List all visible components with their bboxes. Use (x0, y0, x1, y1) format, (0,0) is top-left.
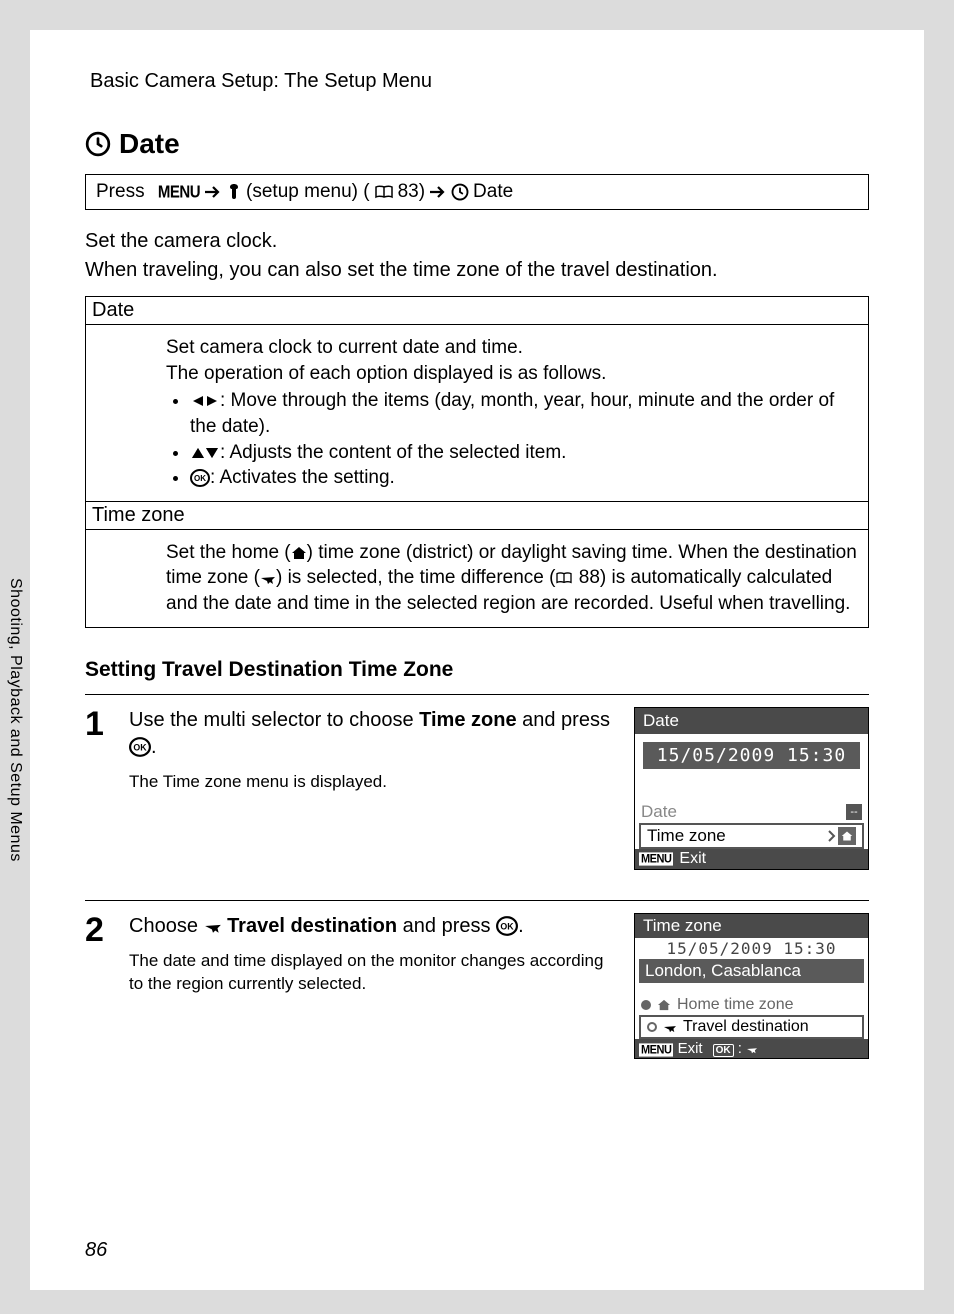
table-cell-timezone: Set the home () time zone (district) or … (86, 529, 869, 627)
divider (85, 900, 869, 901)
list-item: : Move through the items (day, month, ye… (190, 388, 858, 439)
table-header-date: Date (86, 297, 869, 325)
step-1: 1 Use the multi selector to choose Time … (85, 707, 869, 870)
arrow-right-icon (429, 185, 447, 199)
table-cell-date: Set camera clock to current date and tim… (86, 325, 869, 502)
svg-text:OK: OK (194, 474, 206, 483)
exit-label: Exit (679, 850, 706, 868)
step1-lead-a: Use the multi selector to choose (129, 709, 419, 731)
li1-text: : Move through the items (day, month, ye… (190, 390, 834, 437)
step-2: 2 Choose Travel destination and press OK… (85, 913, 869, 1059)
radio-selected-icon (641, 1000, 651, 1010)
table-header-timezone: Time zone (86, 501, 869, 529)
ok-button-icon: OK (496, 916, 518, 936)
options-table: Date Set camera clock to current date an… (85, 296, 869, 628)
airplane-icon (204, 918, 222, 934)
screen-footer: MENU Exit OK : (635, 1039, 868, 1058)
ok-button-icon: OK (129, 737, 151, 757)
nav-path-box: Press MENU (setup menu) ( 83) Date (85, 174, 869, 210)
up-down-triangle-icon (190, 446, 220, 460)
opt-label: Travel destination (683, 1018, 809, 1036)
side-tab-label: Shooting, Playback and Setup Menus (6, 578, 24, 862)
arrow-right-icon (204, 185, 222, 199)
radio-unselected-icon (647, 1022, 657, 1032)
screen-datetime: 15/05/2009 15:30 (635, 938, 868, 959)
step2-sub: The date and time displayed on the monit… (129, 950, 618, 996)
camera-screen-timezone: Time zone 15/05/2009 15:30 London, Casab… (634, 913, 869, 1059)
airplane-icon (663, 1021, 677, 1033)
ok-button-icon: OK (190, 469, 210, 487)
step-number: 1 (85, 707, 113, 741)
screen-option-date: Date -- (635, 801, 868, 823)
airplane-icon (260, 571, 276, 585)
tz-text-c: ) is selected, the time difference ( (276, 567, 556, 588)
step2-lead-b: and press (397, 915, 496, 937)
step2-lead: Choose Travel destination and press OK. (129, 913, 618, 940)
book-icon (374, 184, 394, 200)
date-desc-2: The operation of each option displayed i… (166, 361, 858, 387)
step1-lead-b: and press (517, 709, 610, 731)
clock-icon (85, 131, 111, 157)
step2-lead-a: Choose (129, 915, 204, 937)
svg-text:OK: OK (500, 922, 514, 932)
intro-line-2: When traveling, you can also set the tim… (85, 259, 869, 282)
page-number: 86 (85, 1239, 107, 1262)
li2-text: : Adjusts the content of the selected it… (220, 442, 566, 463)
opt-label: Date (641, 802, 677, 822)
ok-button-label: OK (713, 1044, 734, 1057)
home-icon (838, 827, 856, 845)
step1-lead: Use the multi selector to choose Time zo… (129, 707, 618, 761)
clock-icon (451, 183, 469, 201)
tz-text-a: Set the home ( (166, 542, 291, 563)
li3-text: : Activates the setting. (210, 467, 395, 488)
step1-sub: The Time zone menu is displayed. (129, 771, 618, 794)
left-right-triangle-icon (190, 394, 220, 408)
value-box: -- (846, 804, 862, 820)
nav-pageref: 83) (398, 181, 425, 203)
menu-button-label: MENU (158, 182, 200, 202)
screen-option-home: Home time zone (635, 995, 868, 1015)
svg-text:OK: OK (133, 743, 147, 753)
menu-button-label: MENU (639, 1043, 673, 1056)
opt-label: Home time zone (677, 996, 794, 1014)
step1-lead-bold: Time zone (419, 709, 516, 731)
wrench-icon (226, 183, 242, 201)
nav-press: Press (96, 181, 145, 203)
nav-date: Date (473, 181, 513, 203)
step2-lead-bold: Travel destination (227, 915, 397, 937)
divider (85, 694, 869, 695)
camera-screen-date: Date 15/05/2009 15:30 Date -- Time zone (634, 707, 869, 870)
menu-button-label: MENU (639, 852, 673, 865)
list-item: : Adjusts the content of the selected it… (190, 440, 858, 466)
screen-title: Date (635, 708, 868, 734)
screen-option-timezone-selected: Time zone (639, 823, 864, 849)
step-number: 2 (85, 913, 113, 947)
screen-location: London, Casablanca (639, 959, 864, 983)
intro-block: Set the camera clock. When traveling, yo… (85, 230, 869, 282)
intro-line-1: Set the camera clock. (85, 230, 869, 253)
screen-datetime: 15/05/2009 15:30 (643, 742, 860, 769)
opt-label: Time zone (647, 826, 726, 846)
screen-title: Time zone (635, 914, 868, 938)
heading-row: Date (85, 128, 869, 160)
chevron-right-icon (828, 830, 836, 842)
home-icon (291, 546, 307, 560)
nav-setup-text: (setup menu) ( (246, 181, 370, 203)
list-item: OK : Activates the setting. (190, 465, 858, 491)
sub-heading: Setting Travel Destination Time Zone (85, 658, 869, 682)
book-icon (555, 571, 573, 585)
airplane-icon (746, 1044, 758, 1054)
screen-footer: MENU Exit (635, 849, 868, 869)
page-title: Date (119, 128, 180, 160)
screen-option-travel-selected: Travel destination (639, 1015, 864, 1039)
home-icon (657, 999, 671, 1011)
breadcrumb: Basic Camera Setup: The Setup Menu (90, 70, 869, 93)
date-desc-1: Set camera clock to current date and tim… (166, 335, 858, 361)
exit-label: Exit (678, 1040, 703, 1057)
side-tab: Shooting, Playback and Setup Menus (0, 520, 30, 920)
